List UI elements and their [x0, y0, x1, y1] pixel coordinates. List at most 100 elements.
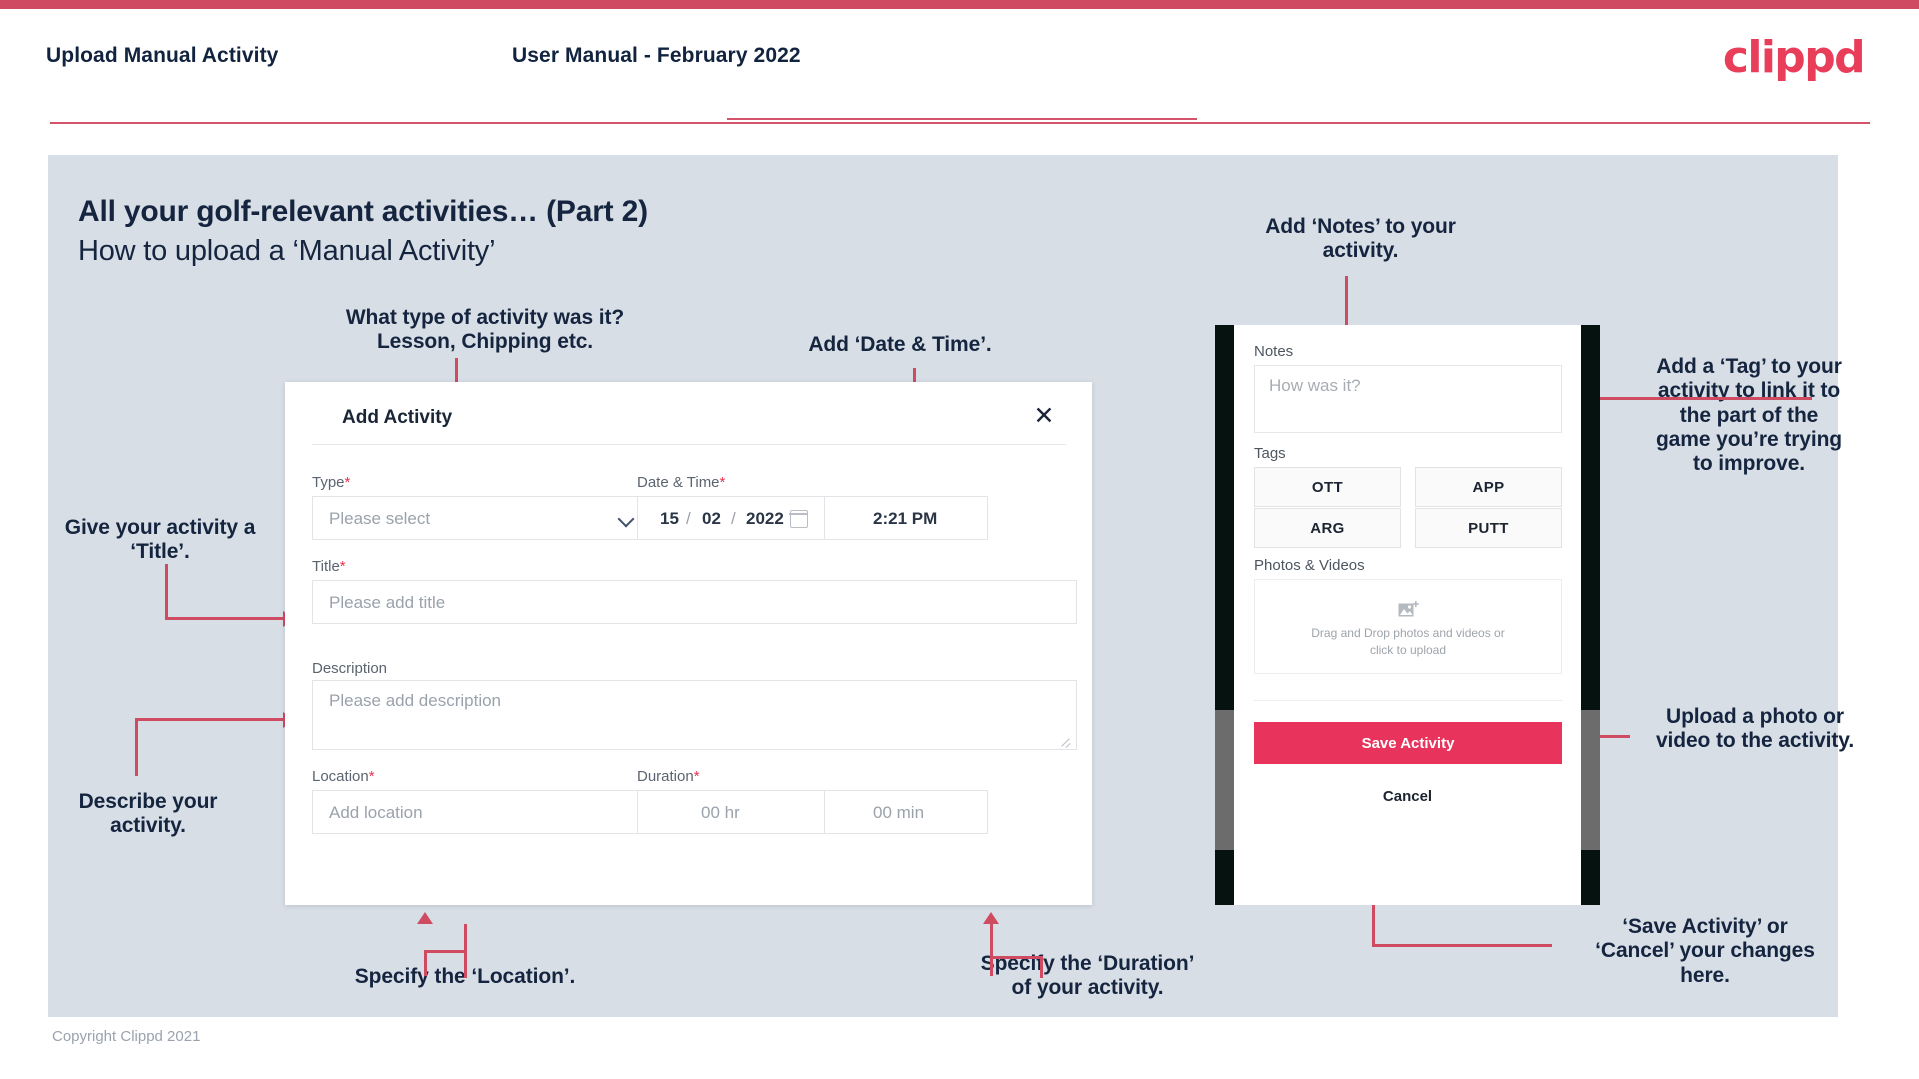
connector-location-v2	[424, 950, 427, 976]
tag-app-label: APP	[1472, 478, 1505, 496]
duration-label-text: Duration	[637, 768, 694, 785]
notes-label: Notes	[1254, 343, 1294, 360]
connector-duration-v1	[990, 924, 993, 976]
clippd-logo: clippd	[1722, 32, 1866, 83]
description-placeholder: Please add description	[329, 691, 502, 710]
calendar-icon[interactable]	[789, 510, 808, 528]
date-sep-2: /	[731, 509, 736, 528]
date-year: 2022	[746, 509, 784, 528]
datetime-label: Date & Time*	[637, 474, 725, 491]
location-input[interactable]: Add location	[312, 790, 652, 834]
type-required-star: *	[344, 474, 351, 491]
location-label-text: Location	[312, 768, 369, 785]
tag-arg[interactable]: ARG	[1254, 508, 1401, 548]
description-textarea[interactable]: Please add description	[312, 680, 1077, 750]
connector-duration-h	[990, 956, 1042, 959]
manual-subtitle: User Manual - February 2022	[512, 44, 801, 67]
date-month: 02	[702, 509, 721, 528]
tag-ott-label: OTT	[1311, 478, 1344, 496]
annotation-type: What type of activity was it? Lesson, Chi…	[345, 306, 625, 354]
slide-heading: All your golf-relevant activities… (Part…	[78, 195, 648, 228]
dialog-divider	[312, 444, 1066, 445]
page-title: Upload Manual Activity	[46, 44, 279, 67]
location-required-star: *	[368, 768, 375, 785]
phone-bezel-left-gray	[1215, 710, 1234, 850]
chevron-down-icon	[619, 511, 635, 527]
annotation-description: Describe your activity.	[78, 790, 218, 838]
connector-desc-h	[135, 718, 287, 721]
annotation-title: Give your activity a ‘Title’.	[64, 516, 256, 564]
duration-label: Duration*	[637, 768, 700, 785]
notes-input[interactable]: How was it?	[1254, 365, 1562, 433]
tag-ott[interactable]: OTT	[1254, 467, 1401, 507]
phone-screen: Notes How was it? Tags OTT APP ARG PUTT …	[1234, 325, 1581, 905]
add-activity-dialog: Add Activity ✕ Type* Please select Date …	[285, 382, 1092, 905]
date-sep-1: /	[686, 509, 691, 528]
annotation-datetime: Add ‘Date & Time’.	[808, 333, 992, 356]
connector-desc-v	[135, 718, 138, 776]
tag-arg-label: ARG	[1310, 519, 1345, 537]
connector-title-v	[165, 564, 168, 620]
title-label: Title*	[312, 558, 346, 575]
connector-duration-v2	[1040, 956, 1043, 978]
location-placeholder: Add location	[329, 803, 423, 822]
title-input[interactable]: Please add title	[312, 580, 1077, 624]
title-label-text: Title	[312, 558, 340, 575]
tag-app[interactable]: APP	[1415, 467, 1562, 507]
save-activity-label: Save Activity	[1361, 734, 1455, 752]
connector-location-h	[424, 950, 467, 953]
annotation-duration: Specify the ‘Duration’ of your activity.	[980, 952, 1195, 1000]
annotation-tags: Add a ‘Tag’ to your activity to link it t…	[1655, 355, 1843, 476]
annotation-notes: Add ‘Notes’ to your activity.	[1265, 215, 1456, 263]
type-select[interactable]: Please select	[312, 496, 652, 540]
annotation-save: ‘Save Activity’ or ‘Cancel’ your changes h…	[1595, 915, 1815, 987]
resize-handle-icon[interactable]	[1062, 736, 1071, 745]
duration-hours-input[interactable]: 00 hr	[637, 790, 825, 834]
slide-subheading: How to upload a ‘Manual Activity’	[78, 235, 496, 267]
header-divider	[50, 122, 1870, 124]
add-image-icon	[1398, 601, 1419, 617]
footer-copyright: Copyright Clippd 2021	[52, 1028, 201, 1045]
duration-minutes-value: 00 min	[873, 803, 925, 822]
time-input[interactable]: 2:21 PM	[824, 496, 988, 540]
dropzone-hint-line2: click to upload	[1369, 643, 1447, 658]
type-label-text: Type	[312, 474, 345, 491]
dropzone-hint: Drag and Drop photos and videos or click…	[1255, 625, 1561, 660]
connector-tags-h	[1600, 397, 1812, 400]
duration-minutes-input[interactable]: 00 min	[824, 790, 988, 834]
connector-location-arrow	[417, 912, 433, 924]
type-placeholder: Please select	[329, 509, 431, 528]
dialog-title: Add Activity	[342, 407, 453, 428]
connector-save-h	[1372, 944, 1552, 947]
connector-duration-arrow	[983, 912, 999, 924]
type-label: Type*	[312, 474, 350, 491]
header-divider-accent	[727, 118, 1197, 120]
date-day: 15	[660, 509, 679, 528]
top-accent-bar	[0, 0, 1919, 9]
connector-title-h	[165, 617, 285, 620]
photo-dropzone[interactable]: Drag and Drop photos and videos or click…	[1254, 579, 1562, 674]
tags-label: Tags	[1254, 445, 1286, 462]
notes-placeholder: How was it?	[1269, 376, 1361, 395]
dropzone-hint-line1: Drag and Drop photos and videos or	[1311, 626, 1505, 640]
annotation-photos: Upload a photo or video to the activity.	[1655, 705, 1855, 753]
close-icon[interactable]: ✕	[1028, 400, 1060, 432]
title-required-star: *	[339, 558, 346, 575]
mobile-preview: Notes How was it? Tags OTT APP ARG PUTT …	[1215, 325, 1600, 905]
phone-divider	[1254, 700, 1562, 701]
datetime-label-text: Date & Time	[637, 474, 720, 491]
location-label: Location*	[312, 768, 375, 785]
description-label: Description	[312, 660, 388, 677]
time-value: 2:21 PM	[873, 509, 938, 528]
tag-putt-label: PUTT	[1468, 519, 1509, 537]
phone-bezel-right-gray	[1581, 710, 1600, 850]
cancel-button[interactable]: Cancel	[1234, 788, 1581, 805]
title-placeholder: Please add title	[329, 593, 446, 612]
photos-label: Photos & Videos	[1254, 557, 1365, 574]
duration-required-star: *	[693, 768, 700, 785]
tag-putt[interactable]: PUTT	[1415, 508, 1562, 548]
duration-hours-value: 00 hr	[701, 803, 740, 822]
save-activity-button[interactable]: Save Activity	[1254, 722, 1562, 764]
datetime-required-star: *	[719, 474, 726, 491]
date-input[interactable]: 15 / 02 / 2022	[637, 496, 825, 540]
